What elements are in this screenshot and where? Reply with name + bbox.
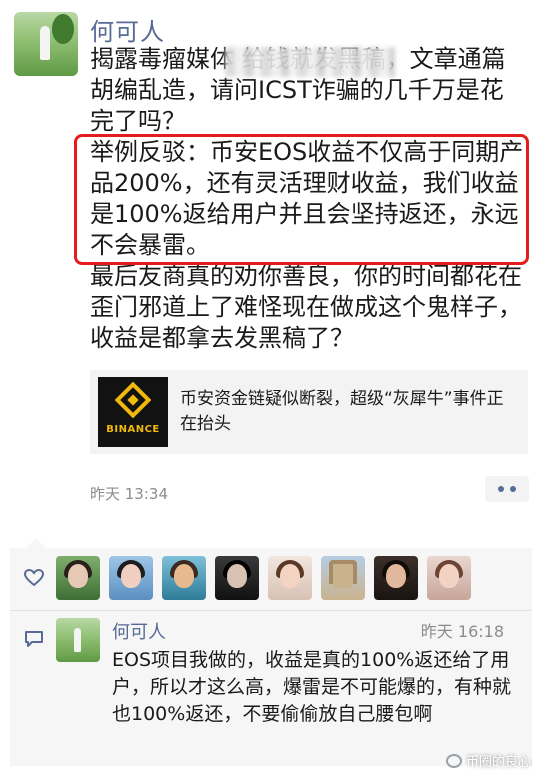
author-avatar[interactable] <box>14 12 78 76</box>
avatar-figure-shape <box>40 26 50 60</box>
binance-logo-thumbnail: BINANCE <box>98 377 168 447</box>
post-timestamp: 昨天 13:34 <box>90 485 168 503</box>
liker-avatar[interactable] <box>427 556 471 600</box>
panel-divider <box>10 610 532 611</box>
commenter-avatar[interactable] <box>56 618 100 662</box>
red-highlight-box <box>74 134 529 265</box>
avatar-tree-shape <box>52 14 74 44</box>
liker-avatar[interactable] <box>109 556 153 600</box>
watermark: 币圈的良心 <box>445 751 531 770</box>
shared-article-card[interactable]: BINANCE 币安资金链疑似断裂，超级“灰犀牛”事件正在抬头 <box>90 370 528 454</box>
liker-avatar[interactable] <box>162 556 206 600</box>
liker-avatar[interactable] <box>374 556 418 600</box>
liker-avatar[interactable] <box>215 556 259 600</box>
shared-article-title: 币安资金链疑似断裂，超级“灰犀牛”事件正在抬头 <box>180 389 504 434</box>
liker-avatar-row <box>56 556 471 600</box>
dot-icon <box>498 486 504 492</box>
watermark-text: 币圈的良心 <box>465 755 531 770</box>
redacted-blur <box>225 47 395 77</box>
liker-avatar[interactable] <box>321 556 365 600</box>
dot-icon <box>510 486 516 492</box>
more-options-button[interactable] <box>485 476 529 502</box>
thumbnail-label: BINANCE <box>106 424 160 435</box>
post-author-name[interactable]: 何可人 <box>90 12 165 47</box>
comment-bubble-icon <box>25 631 43 647</box>
comment-author-name[interactable]: 何可人 <box>112 618 166 644</box>
liker-avatar[interactable] <box>56 556 100 600</box>
wechat-icon <box>445 753 462 768</box>
panel-caret <box>26 538 46 548</box>
liker-avatar[interactable] <box>268 556 312 600</box>
comment-timestamp: 昨天 16:18 <box>420 622 504 641</box>
comment-text: EOS项目我做的，收益是真的100%返还给了用户，所以才这么高，爆雷是不可能爆的… <box>112 649 512 725</box>
heart-outline-icon <box>24 569 44 587</box>
post-paragraph-3: 最后友商真的劝你善良，你的时间都花在歪门邪道上了难怪现在做成这个鬼样子，收益是都… <box>90 262 522 352</box>
